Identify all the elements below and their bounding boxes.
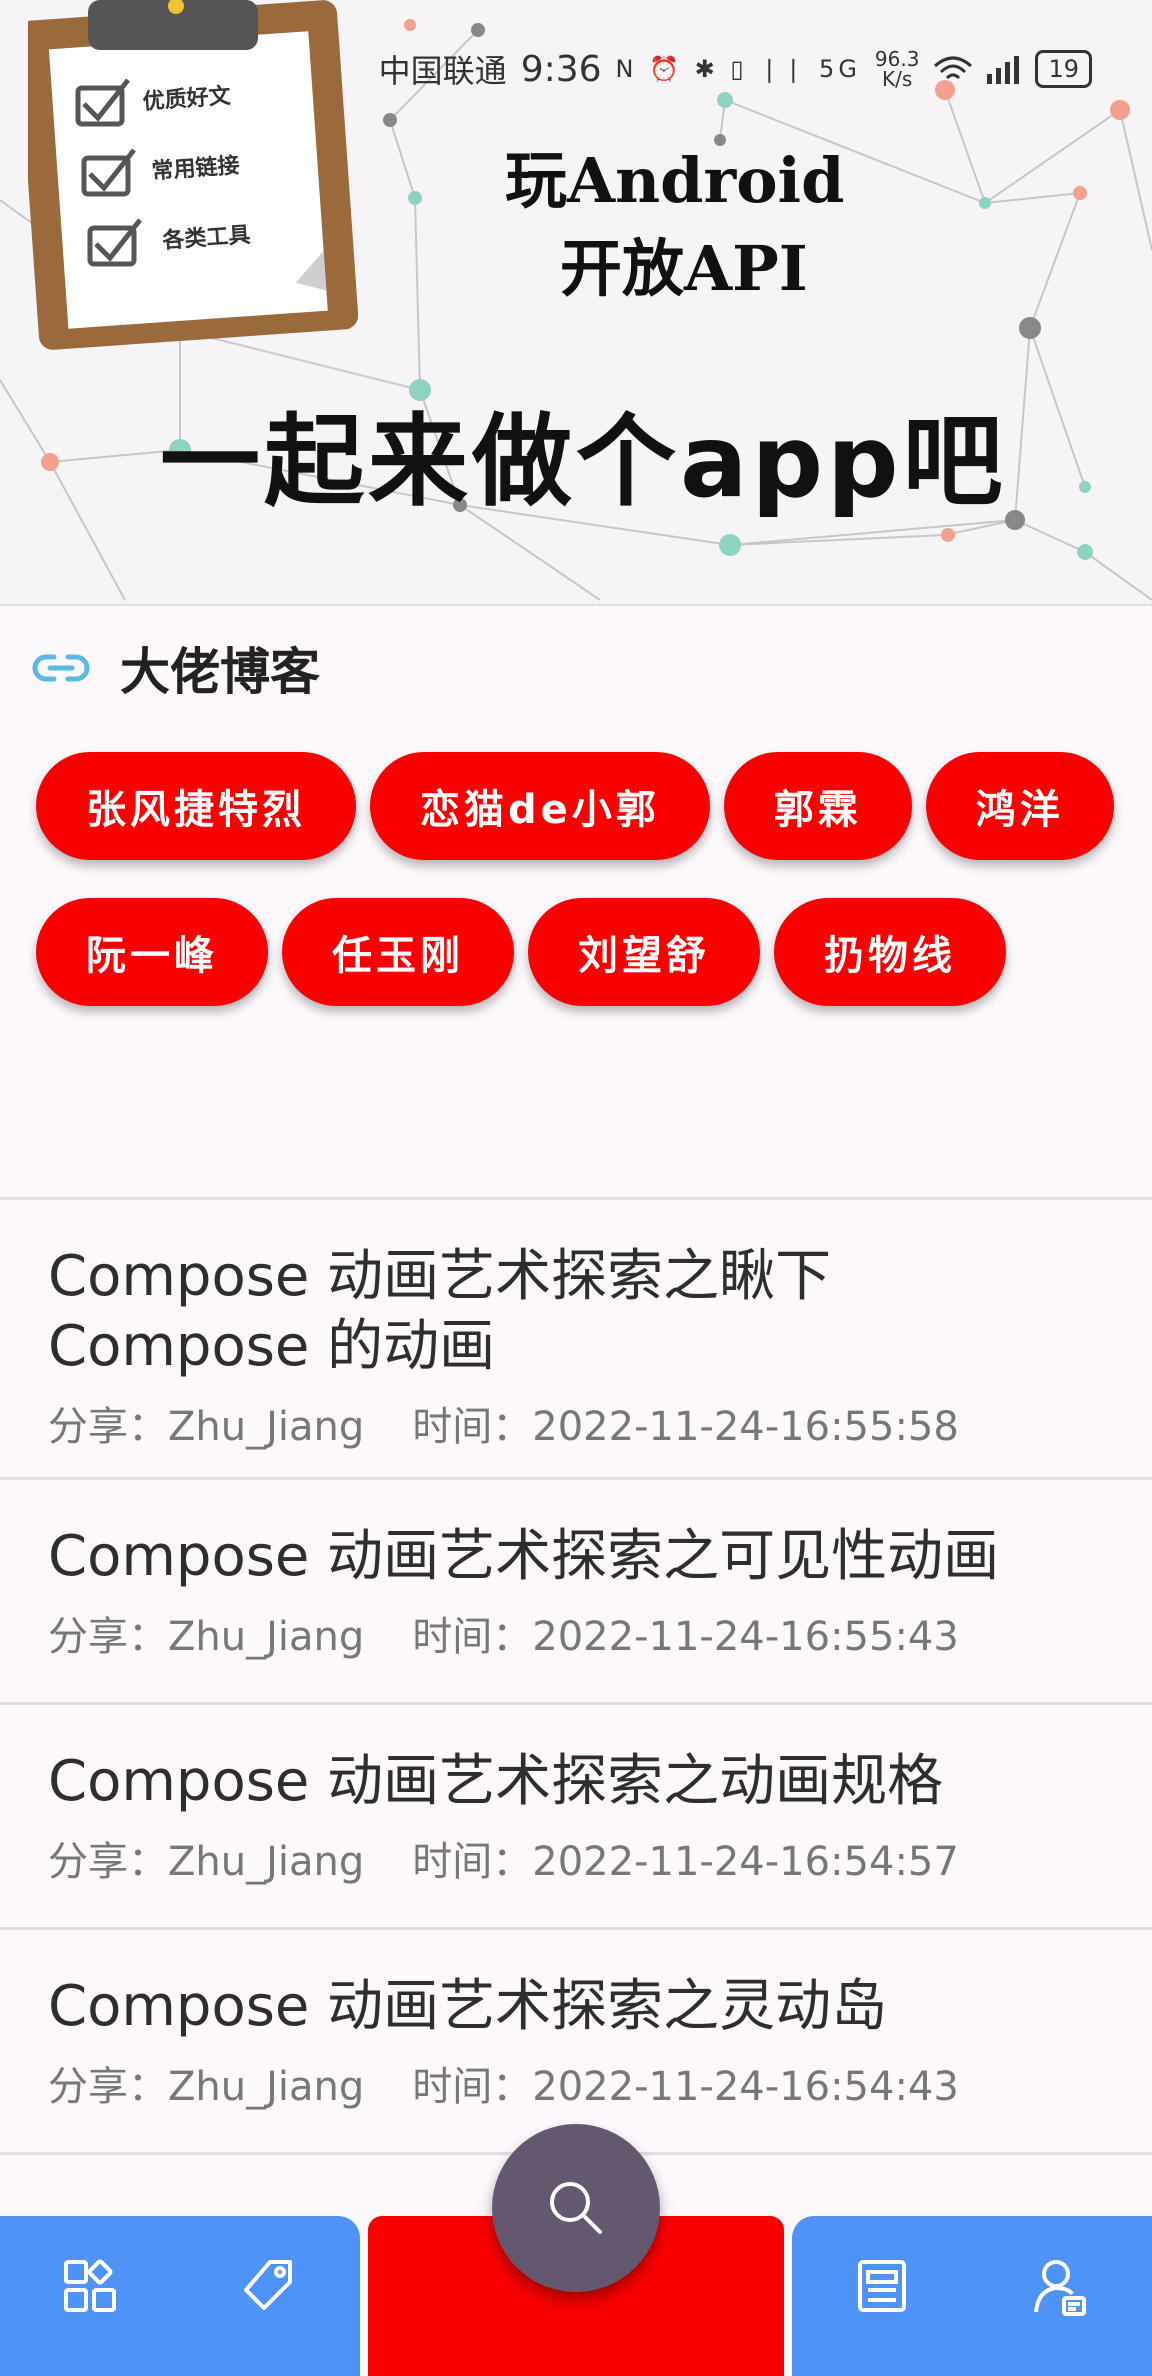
profile-icon[interactable] bbox=[1032, 2258, 1088, 2318]
tag-blogger[interactable]: 张风捷特烈 bbox=[36, 752, 356, 860]
tag-blogger[interactable]: 鸿洋 bbox=[925, 752, 1114, 860]
tag-blogger[interactable]: 阮一峰 bbox=[36, 898, 268, 1006]
article-time: 时间：2022-11-24-16:54:43 bbox=[412, 2064, 959, 2110]
header-banner: 优质好文 常用链接 各类工具 中国联通 9:36 N ⏰ ✱ ▯ ❘❘ 5G 9… bbox=[0, 0, 1152, 606]
article-item[interactable]: Compose 动画艺术探索之动画规格 分享：Zhu_Jiang 时间：2022-… bbox=[0, 1702, 1152, 1927]
article-title: Compose 动画艺术探索之瞅下 Compose 的动画 bbox=[48, 1244, 832, 1379]
article-meta: 分享：Zhu_Jiang 时间：2022-11-24-16:54:57 bbox=[48, 1829, 1104, 1887]
carrier-label: 中国联通 bbox=[378, 52, 507, 90]
tag-blogger[interactable]: 扔物线 bbox=[774, 898, 1006, 1006]
article-item[interactable]: Compose 动画艺术探索之灵动岛 分享：Zhu_Jiang 时间：2022-1… bbox=[0, 1927, 1152, 2152]
banner-title-line2: 开放API bbox=[560, 232, 808, 305]
article-author: 分享：Zhu_Jiang bbox=[48, 1614, 365, 1660]
article-author: 分享：Zhu_Jiang bbox=[48, 1839, 365, 1885]
link-icon bbox=[32, 654, 90, 682]
tag-icon[interactable] bbox=[240, 2258, 296, 2314]
tag-blogger[interactable]: 任玉刚 bbox=[282, 898, 514, 1006]
battery-icon: 19 bbox=[1035, 50, 1092, 88]
tag-blogger[interactable]: 恋猫de小郭 bbox=[370, 752, 710, 860]
article-item[interactable]: Compose 动画艺术探索之瞅下 Compose 的动画 分享：Zhu_Jia… bbox=[0, 1197, 1152, 1477]
article-list: Compose 动画艺术探索之瞅下 Compose 的动画 分享：Zhu_Jia… bbox=[0, 1197, 1152, 2212]
status-icons: N ⏰ ✱ ▯ ❘❘ 5G bbox=[615, 55, 861, 83]
article-title: Compose 动画艺术探索之可见性动画 bbox=[48, 1524, 1000, 1589]
article-title: Compose 动画艺术探索之动画规格 bbox=[48, 1749, 944, 1814]
blogger-tag-list: 张风捷特烈 恋猫de小郭 郭霖 鸿洋 阮一峰 任玉刚 刘望舒 扔物线 bbox=[36, 752, 1126, 1006]
status-bar: 中国联通 9:36 N ⏰ ✱ ▯ ❘❘ 5G 96.3 K/s 19 bbox=[379, 46, 1092, 92]
bottom-nav-right bbox=[792, 2216, 1152, 2376]
article-time: 时间：2022-11-24-16:54:57 bbox=[412, 1839, 959, 1885]
article-author: 分享：Zhu_Jiang bbox=[48, 1404, 365, 1450]
wifi-icon bbox=[934, 56, 973, 80]
search-icon bbox=[550, 2182, 602, 2234]
signal-icon bbox=[987, 56, 1020, 84]
section-title: 大佬博客 bbox=[120, 643, 320, 701]
network-speed: 96.3 K/s bbox=[874, 47, 920, 91]
banner-title-line1: 玩Android bbox=[505, 144, 845, 217]
clipboard-logo: 优质好文 常用链接 各类工具 bbox=[28, 0, 358, 350]
tag-blogger[interactable]: 郭霖 bbox=[723, 752, 912, 860]
article-meta: 分享：Zhu_Jiang 时间：2022-11-24-16:55:43 bbox=[48, 1604, 1104, 1662]
article-item[interactable]: Compose 动画艺术探索之可见性动画 分享：Zhu_Jiang 时间：2022… bbox=[0, 1477, 1152, 1702]
banner-slogan: 一起来做个app吧 bbox=[160, 403, 1007, 520]
section-header: 大佬博客 bbox=[32, 632, 320, 704]
article-meta: 分享：Zhu_Jiang 时间：2022-11-24-16:55:58 bbox=[48, 1394, 1104, 1452]
article-meta: 分享：Zhu_Jiang 时间：2022-11-24-16:54:43 bbox=[48, 2054, 1104, 2112]
search-button[interactable] bbox=[492, 2124, 660, 2292]
tag-blogger[interactable]: 刘望舒 bbox=[528, 898, 760, 1006]
article-time: 时间：2022-11-24-16:55:58 bbox=[412, 1404, 959, 1450]
clock-label: 9:36 bbox=[520, 48, 602, 90]
article-title: Compose 动画艺术探索之灵动岛 bbox=[48, 1974, 888, 2039]
article-time: 时间：2022-11-24-16:55:43 bbox=[412, 1614, 959, 1660]
bottom-nav-left bbox=[0, 2216, 360, 2376]
grid-icon[interactable] bbox=[62, 2258, 118, 2314]
article-icon[interactable] bbox=[854, 2258, 910, 2314]
article-author: 分享：Zhu_Jiang bbox=[48, 2064, 365, 2110]
